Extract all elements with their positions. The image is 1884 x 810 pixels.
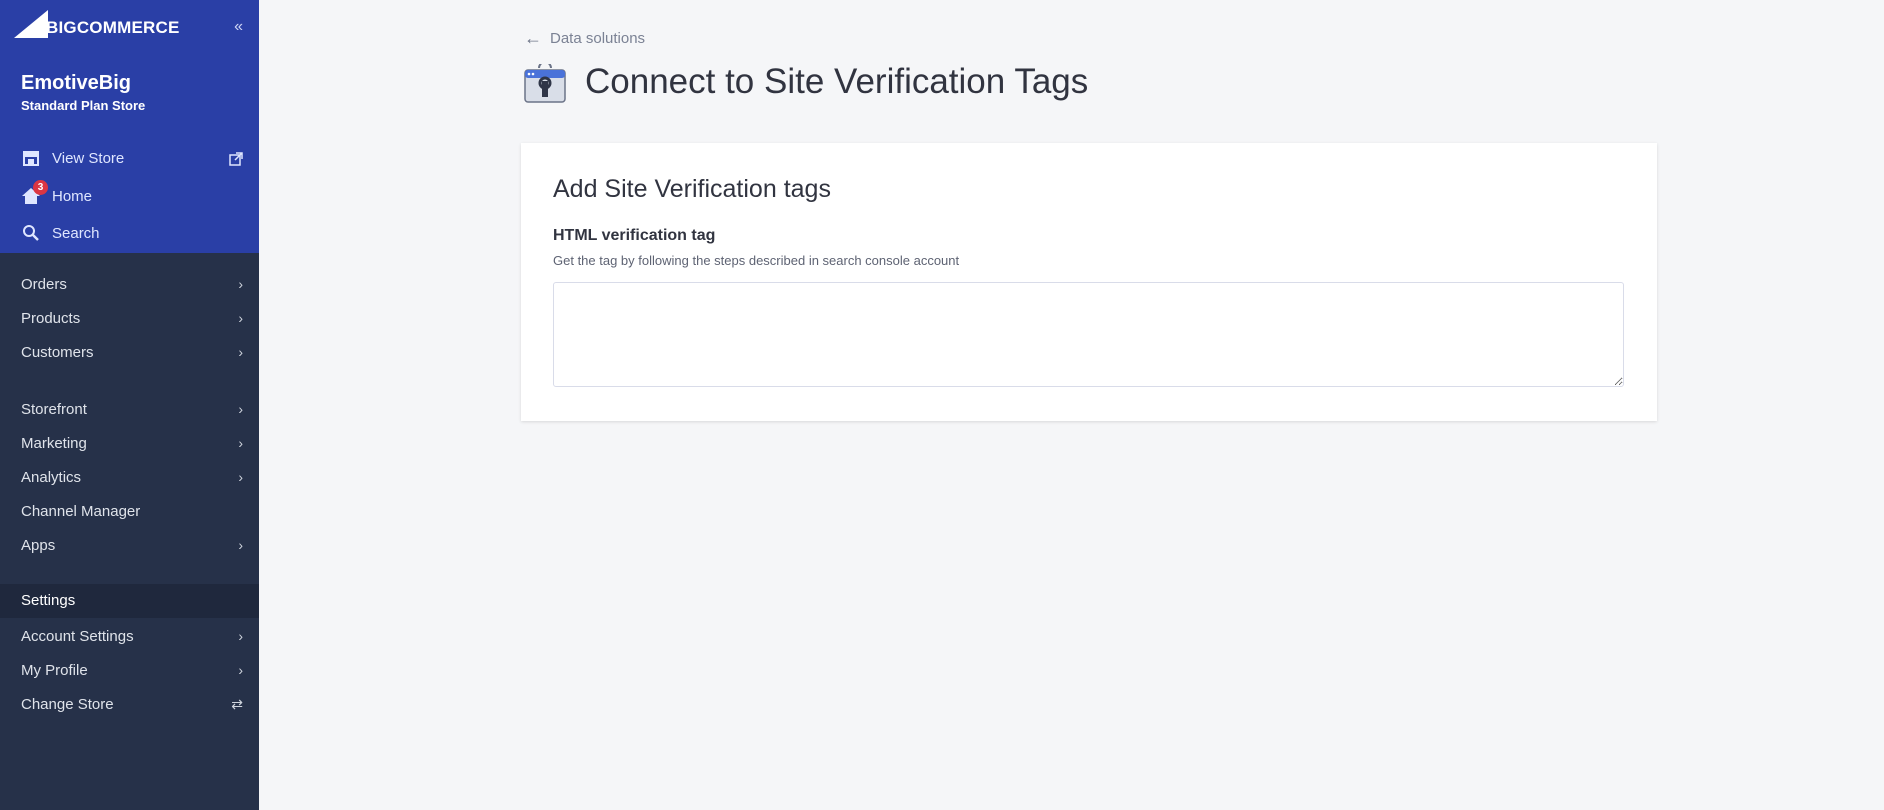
chevron-right-icon: › xyxy=(238,435,243,451)
sidebar-item-label: My Profile xyxy=(21,661,88,679)
sidebar-item-label: Settings xyxy=(21,592,76,609)
back-link-label: Data solutions xyxy=(550,30,646,47)
sidebar-item-account-settings[interactable]: Account Settings › xyxy=(21,624,243,648)
sidebar-item-settings[interactable]: Settings xyxy=(0,584,259,618)
chevron-right-icon: › xyxy=(238,344,243,360)
chevron-right-icon: › xyxy=(238,469,243,485)
storefront-icon xyxy=(21,148,41,168)
sidebar: BIGCOMMERCE « EmotiveBig Standard Plan S… xyxy=(0,0,259,810)
arrow-left-icon: ← xyxy=(524,28,542,48)
logo-text: BIGCOMMERCE xyxy=(46,18,180,37)
sidebar-item-customers[interactable]: Customers › xyxy=(21,340,243,364)
store-plan: Standard Plan Store xyxy=(21,98,146,113)
search-icon xyxy=(21,223,41,243)
chevron-right-icon: › xyxy=(238,537,243,553)
notification-badge: 3 xyxy=(33,180,48,195)
back-link[interactable]: ← Data solutions xyxy=(524,28,645,49)
sidebar-item-label: Account Settings xyxy=(21,627,134,645)
sidebar-item-products[interactable]: Products › xyxy=(21,306,243,330)
sidebar-item-marketing[interactable]: Marketing › xyxy=(21,431,243,455)
sidebar-item-channel-manager[interactable]: Channel Manager xyxy=(21,499,243,523)
sidebar-item-label: View Store xyxy=(52,149,125,167)
sidebar-item-label: Customers xyxy=(21,343,94,361)
sidebar-item-analytics[interactable]: Analytics › xyxy=(21,465,243,489)
sidebar-item-label: Marketing xyxy=(21,434,87,452)
store-name: EmotiveBig xyxy=(21,72,132,94)
site-verification-icon xyxy=(523,61,567,109)
sidebar-item-label: Apps xyxy=(21,536,56,554)
html-verification-tag-input[interactable] xyxy=(553,282,1624,387)
page-title: Connect to Site Verification Tags xyxy=(585,62,1089,101)
chevron-right-icon: › xyxy=(238,276,243,292)
sidebar-item-label: Analytics xyxy=(21,468,82,486)
sidebar-header: BIGCOMMERCE « EmotiveBig Standard Plan S… xyxy=(0,0,259,253)
sidebar-item-storefront[interactable]: Storefront › xyxy=(21,397,243,421)
chevron-right-icon: › xyxy=(238,401,243,417)
swap-arrows-icon: ⇄ xyxy=(231,695,243,712)
sidebar-item-apps[interactable]: Apps › xyxy=(21,533,243,557)
sidebar-item-view-store[interactable]: View Store xyxy=(21,148,124,168)
chevron-right-icon: › xyxy=(238,310,243,326)
field-label: HTML verification tag xyxy=(553,227,716,244)
sidebar-item-home[interactable]: Home xyxy=(21,186,92,206)
sidebar-item-label: Channel Manager xyxy=(21,502,141,520)
main-content: ← Data solutions Connect to Site Verific… xyxy=(259,0,1884,810)
sidebar-item-search[interactable]: Search xyxy=(21,223,100,243)
sidebar-item-change-store[interactable]: Change Store ⇄ xyxy=(21,692,243,716)
sidebar-item-label: Storefront xyxy=(21,400,87,418)
external-link-icon[interactable] xyxy=(229,152,243,171)
sidebar-item-label: Search xyxy=(52,224,100,242)
verification-card: Add Site Verification tags HTML verifica… xyxy=(521,143,1657,421)
sidebar-item-label: Orders xyxy=(21,275,67,293)
sidebar-item-label: Products xyxy=(21,309,81,327)
sidebar-item-label: Home xyxy=(52,187,93,205)
card-title: Add Site Verification tags xyxy=(553,175,831,203)
sidebar-item-my-profile[interactable]: My Profile › xyxy=(21,658,243,682)
logo[interactable]: BIGCOMMERCE xyxy=(14,10,179,38)
sidebar-item-orders[interactable]: Orders › xyxy=(21,272,243,296)
collapse-sidebar-icon[interactable]: « xyxy=(234,18,243,36)
sidebar-item-label: Change Store xyxy=(21,695,114,713)
chevron-right-icon: › xyxy=(238,662,243,678)
chevron-right-icon: › xyxy=(238,628,243,644)
field-help-text: Get the tag by following the steps descr… xyxy=(553,253,960,268)
